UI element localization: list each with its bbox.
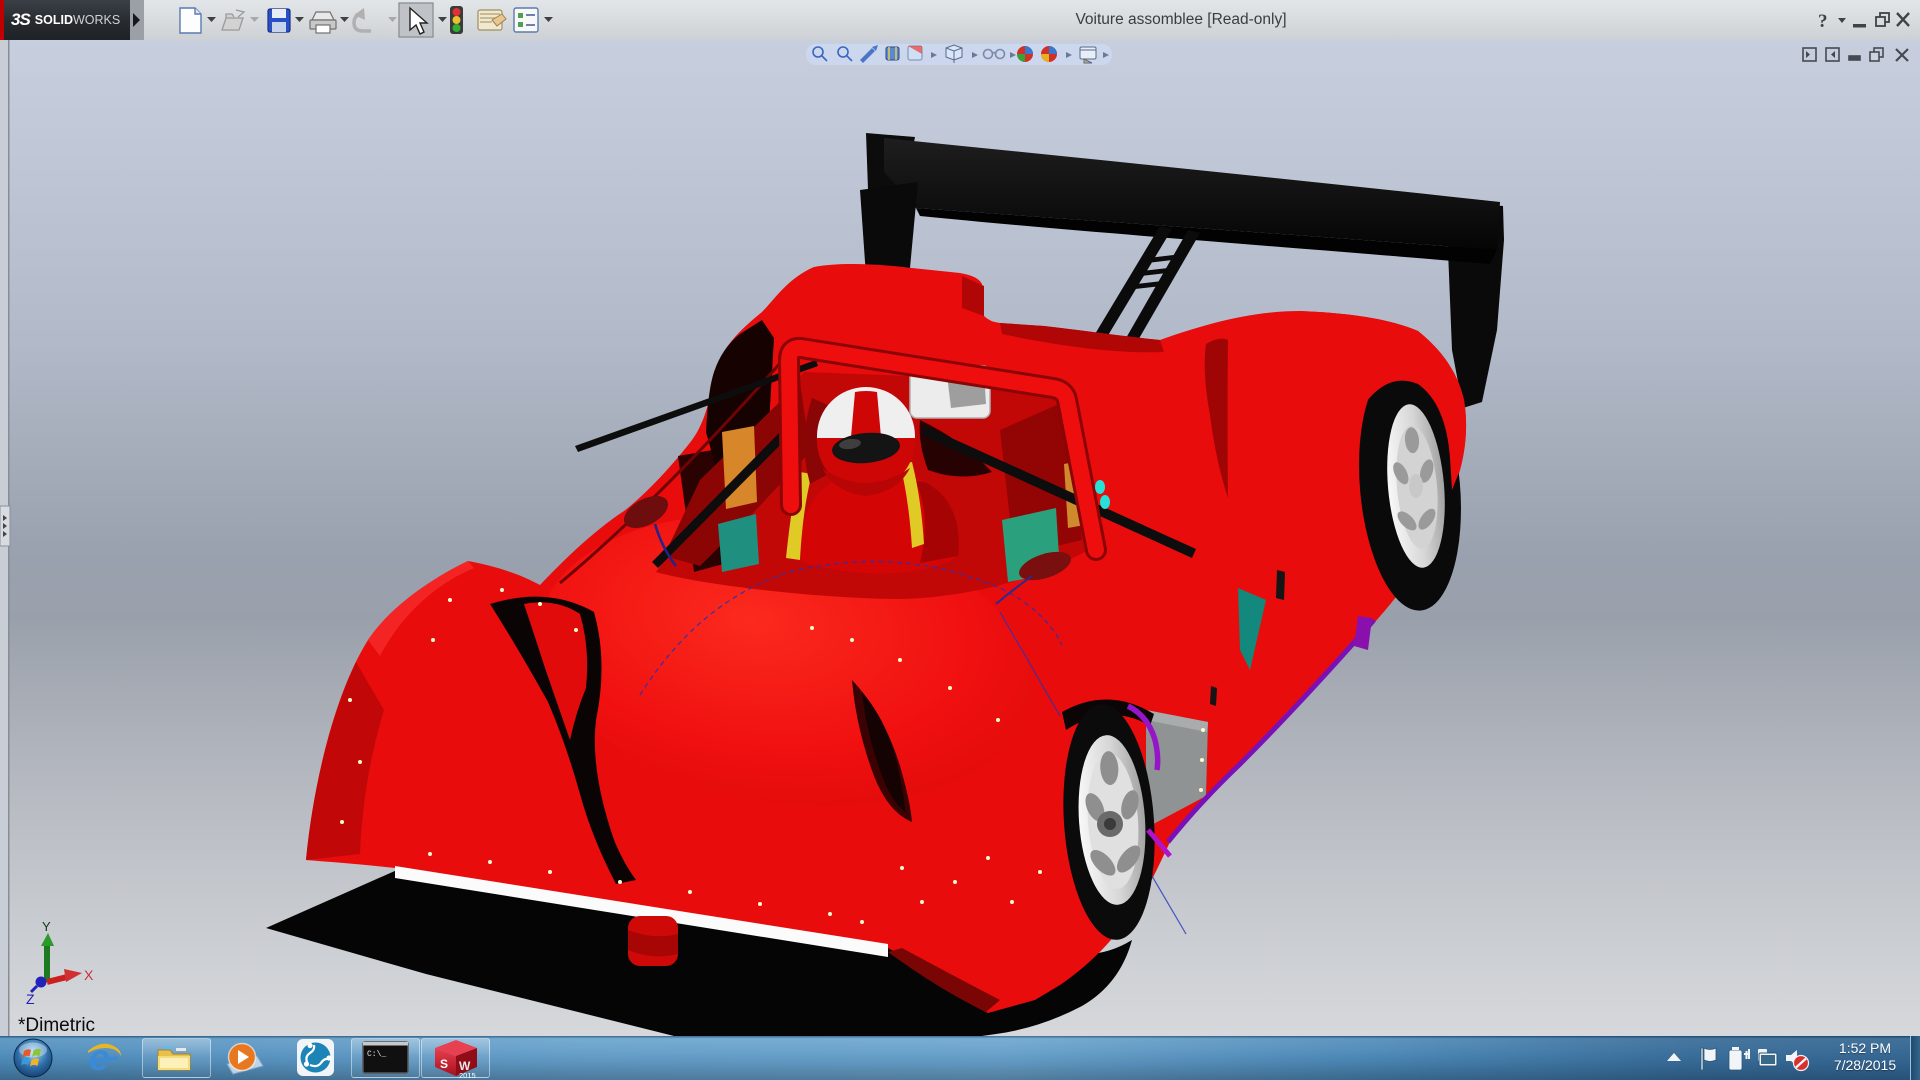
svg-text:e: e bbox=[89, 1037, 110, 1078]
svg-text:Y: Y bbox=[42, 919, 51, 934]
svg-text:2015: 2015 bbox=[459, 1071, 476, 1080]
svg-text:C:\_: C:\_ bbox=[367, 1050, 386, 1059]
svg-text:S: S bbox=[440, 1057, 448, 1071]
svg-text:*Dimetric: *Dimetric bbox=[18, 1015, 95, 1036]
svg-text:Z: Z bbox=[26, 991, 35, 1007]
svg-text:X: X bbox=[84, 967, 94, 983]
svg-text:?: ? bbox=[1818, 11, 1828, 32]
